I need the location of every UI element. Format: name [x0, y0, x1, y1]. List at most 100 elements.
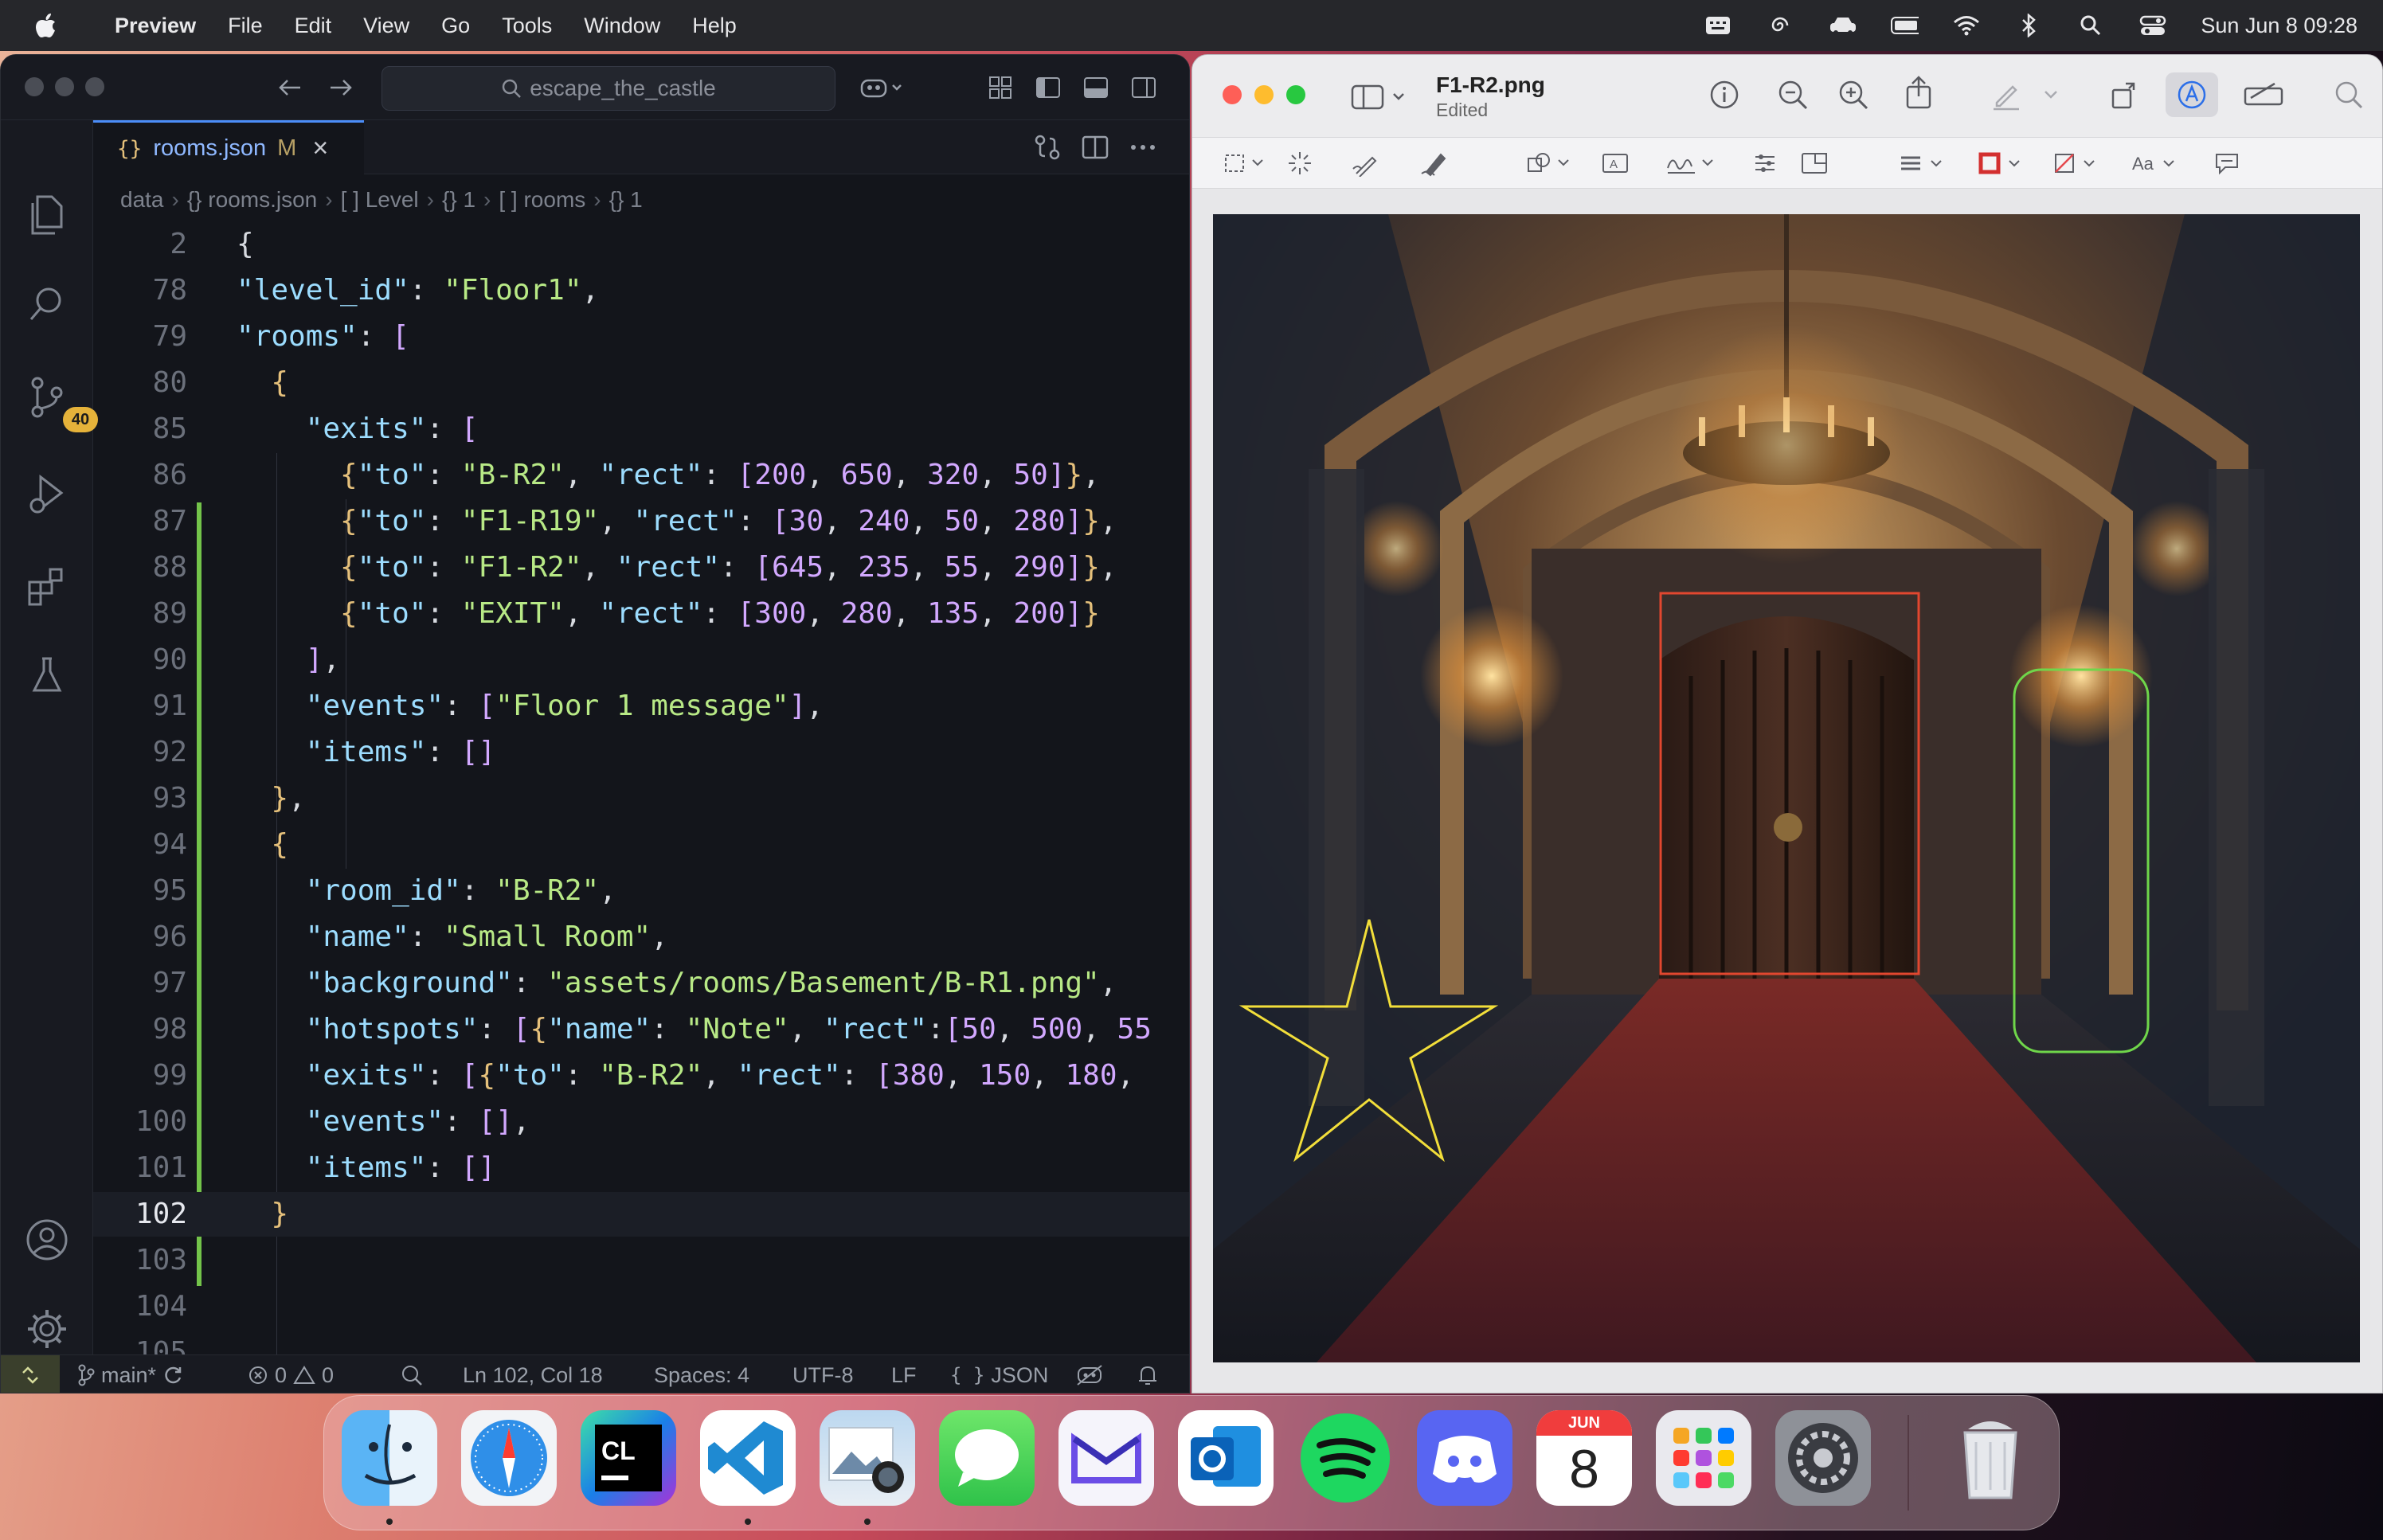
clion-icon[interactable]: CL: [581, 1410, 676, 1506]
toggle-secondary-sidebar-icon[interactable]: [1129, 72, 1159, 103]
code-line[interactable]: 88 {"to": "F1-R2", "rect": [645, 235, 55…: [93, 545, 1189, 590]
shape-style-icon[interactable]: [1896, 147, 1947, 179]
back-arrow-icon[interactable]: [275, 72, 305, 103]
customize-layout-icon[interactable]: [985, 72, 1015, 103]
code-line[interactable]: 97 "background": "assets/rooms/Basement/…: [93, 961, 1189, 1006]
launchpad-icon[interactable]: [1656, 1410, 1751, 1506]
apple-logo-icon[interactable]: [30, 10, 61, 41]
breadcrumb-object[interactable]: {} 1: [442, 187, 475, 213]
notifications-bell-icon[interactable]: [1137, 1355, 1159, 1393]
code-line[interactable]: 101 "items": []: [93, 1146, 1189, 1190]
toggle-primary-sidebar-icon[interactable]: [1033, 72, 1063, 103]
discord-icon[interactable]: [1417, 1410, 1512, 1506]
code-line[interactable]: 98 "hotspots": [{"name": "Note", "rect":…: [93, 1007, 1189, 1052]
zoom-icon[interactable]: [401, 1355, 423, 1393]
adjust-color-icon[interactable]: [1747, 147, 1783, 179]
forward-arrow-icon[interactable]: [326, 72, 356, 103]
close-window-button[interactable]: [25, 77, 44, 96]
signature-tool-icon[interactable]: [1664, 147, 1720, 179]
menu-edit[interactable]: Edit: [295, 14, 332, 38]
language-mode-status[interactable]: { } JSON: [950, 1355, 1048, 1393]
code-line[interactable]: 87 {"to": "F1-R19", "rect": [30, 240, 50…: [93, 499, 1189, 544]
car-icon[interactable]: [1828, 11, 1857, 40]
problems-status[interactable]: 0 0: [248, 1355, 334, 1393]
sketch-tool-icon[interactable]: [1347, 147, 1383, 179]
source-control-icon[interactable]: 40: [23, 373, 98, 432]
zoom-window-button[interactable]: [1286, 85, 1305, 104]
spotlight-search-icon[interactable]: [2076, 11, 2105, 40]
safari-icon[interactable]: [461, 1410, 557, 1506]
more-actions-icon[interactable]: [1129, 133, 1157, 162]
info-icon[interactable]: [1707, 77, 1742, 112]
code-line[interactable]: 90 ],: [93, 638, 1189, 682]
code-line[interactable]: 91 "events": ["Floor 1 message"],: [93, 684, 1189, 729]
zoom-out-icon[interactable]: [1775, 77, 1810, 112]
encoding-status[interactable]: UTF-8: [792, 1355, 854, 1393]
zoom-window-button[interactable]: [85, 77, 104, 96]
mail-app-icon[interactable]: [1058, 1410, 1154, 1506]
cursor-position[interactable]: Ln 102, Col 18: [463, 1355, 603, 1393]
border-color-icon[interactable]: [1976, 147, 2027, 179]
menu-app-name[interactable]: Preview: [115, 14, 196, 38]
minimize-window-button[interactable]: [1254, 85, 1274, 104]
code-line[interactable]: 100 "events": [],: [93, 1100, 1189, 1144]
menu-window[interactable]: Window: [584, 14, 660, 38]
chevron-down-icon[interactable]: [2041, 77, 2060, 112]
spiral-icon[interactable]: [1766, 11, 1794, 40]
text-box-icon[interactable]: A: [1597, 147, 1634, 179]
code-line[interactable]: 78 "level_id": "Floor1",: [93, 268, 1189, 313]
document-title[interactable]: F1-R2.png: [1436, 72, 1545, 98]
code-line[interactable]: 85 "exits": [: [93, 407, 1189, 451]
close-window-button[interactable]: [1223, 85, 1242, 104]
breadcrumb-rooms[interactable]: [ ] rooms: [499, 187, 585, 213]
rotate-icon[interactable]: [2107, 77, 2142, 112]
code-line[interactable]: 89 {"to": "EXIT", "rect": [300, 280, 135…: [93, 592, 1189, 636]
text-style-icon[interactable]: Aa: [2131, 147, 2181, 179]
draw-tool-icon[interactable]: [1415, 147, 1452, 179]
system-settings-icon[interactable]: [1775, 1410, 1871, 1506]
shapes-tool-icon[interactable]: [1524, 147, 1575, 179]
selection-tool-icon[interactable]: [1221, 147, 1269, 179]
split-editor-icon[interactable]: [1081, 133, 1109, 162]
explorer-icon[interactable]: [23, 190, 71, 238]
menu-clock[interactable]: Sun Jun 8 09:28: [2201, 14, 2358, 38]
control-center-icon[interactable]: [2138, 11, 2167, 40]
fill-color-icon[interactable]: [2051, 147, 2102, 179]
spotify-icon[interactable]: [1297, 1410, 1393, 1506]
code-line[interactable]: 102 }: [93, 1192, 1189, 1237]
menu-go[interactable]: Go: [441, 14, 470, 38]
run-debug-icon[interactable]: [23, 469, 71, 517]
wifi-icon[interactable]: [1952, 11, 1981, 40]
indentation-status[interactable]: Spaces: 4: [654, 1355, 749, 1393]
outlook-icon[interactable]: [1178, 1410, 1274, 1506]
testing-flask-icon[interactable]: [23, 652, 71, 700]
keyboard-icon[interactable]: [1704, 11, 1732, 40]
close-icon[interactable]: ×: [312, 133, 328, 164]
code-line[interactable]: 103: [93, 1238, 1189, 1283]
zoom-in-icon[interactable]: [1836, 77, 1871, 112]
menu-help[interactable]: Help: [692, 14, 737, 38]
share-icon[interactable]: [1901, 74, 1936, 109]
adjust-size-icon[interactable]: [1796, 147, 1833, 179]
menu-view[interactable]: View: [363, 14, 409, 38]
annotate-comment-icon[interactable]: [2209, 147, 2245, 179]
breadcrumb-file[interactable]: {} rooms.json: [187, 187, 317, 213]
signature-tablet-icon[interactable]: [2242, 77, 2287, 112]
battery-icon[interactable]: [1890, 11, 1919, 40]
code-line[interactable]: 104: [93, 1284, 1189, 1329]
accounts-icon[interactable]: [23, 1216, 71, 1264]
code-line[interactable]: 2{: [93, 222, 1189, 267]
code-line[interactable]: 86 {"to": "B-R2", "rect": [200, 650, 320…: [93, 453, 1189, 498]
search-icon[interactable]: [2331, 77, 2366, 112]
trash-icon[interactable]: [1943, 1410, 2038, 1506]
breadcrumb-level[interactable]: [ ] Level: [341, 187, 419, 213]
minimize-window-button[interactable]: [55, 77, 74, 96]
command-center-search[interactable]: escape_the_castle: [382, 66, 835, 111]
code-line[interactable]: 94 {: [93, 823, 1189, 867]
extensions-icon[interactable]: [23, 563, 71, 611]
code-line[interactable]: 79 "rooms": [: [93, 315, 1189, 359]
copilot-icon[interactable]: [858, 72, 906, 103]
code-line[interactable]: 95 "room_id": "B-R2",: [93, 869, 1189, 913]
menu-file[interactable]: File: [228, 14, 263, 38]
bluetooth-icon[interactable]: [2014, 11, 2043, 40]
